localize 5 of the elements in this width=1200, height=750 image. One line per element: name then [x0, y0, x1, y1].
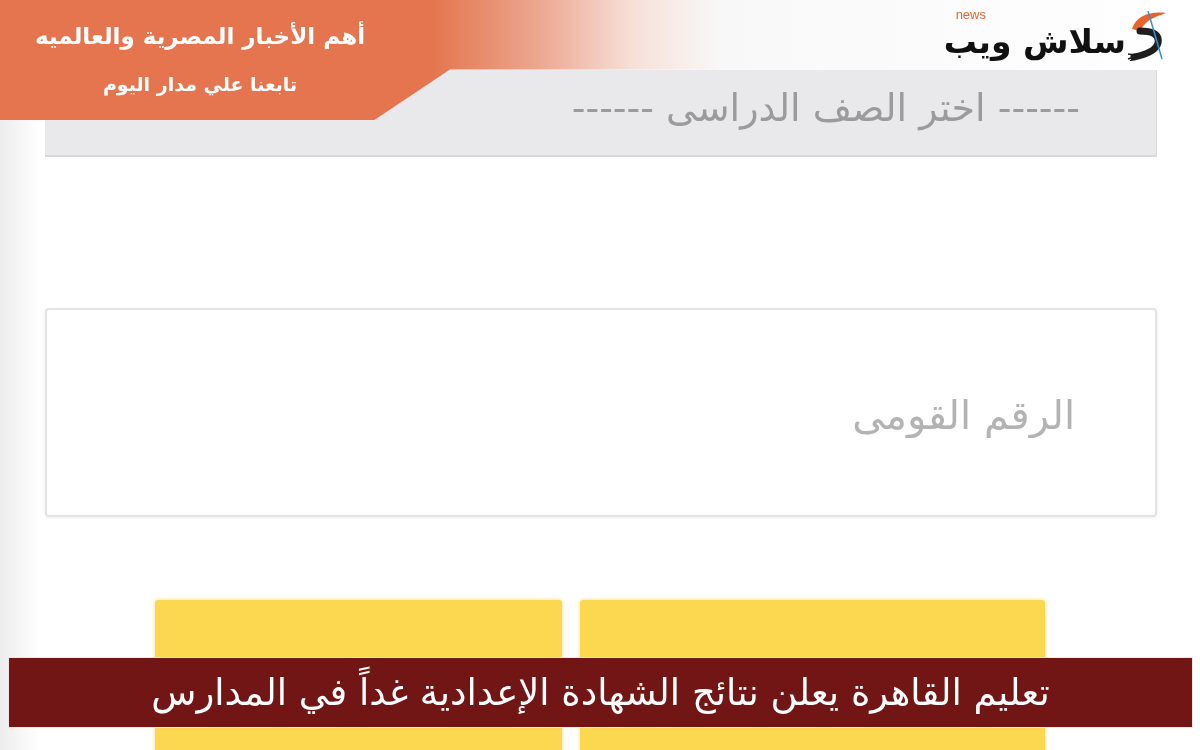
banner-title: أهم الأخبار المصرية والعالميه — [34, 22, 366, 52]
logo-text: سلاش ويب — [943, 22, 1126, 62]
logo-tag: news — [955, 8, 986, 22]
headline-text: تعليم القاهرة يعلن نتائج الشهادة الإعدادية غداً في المدارس — [151, 664, 1050, 721]
banner-subtitle: تابعنا علي مدار اليوم — [102, 71, 298, 97]
